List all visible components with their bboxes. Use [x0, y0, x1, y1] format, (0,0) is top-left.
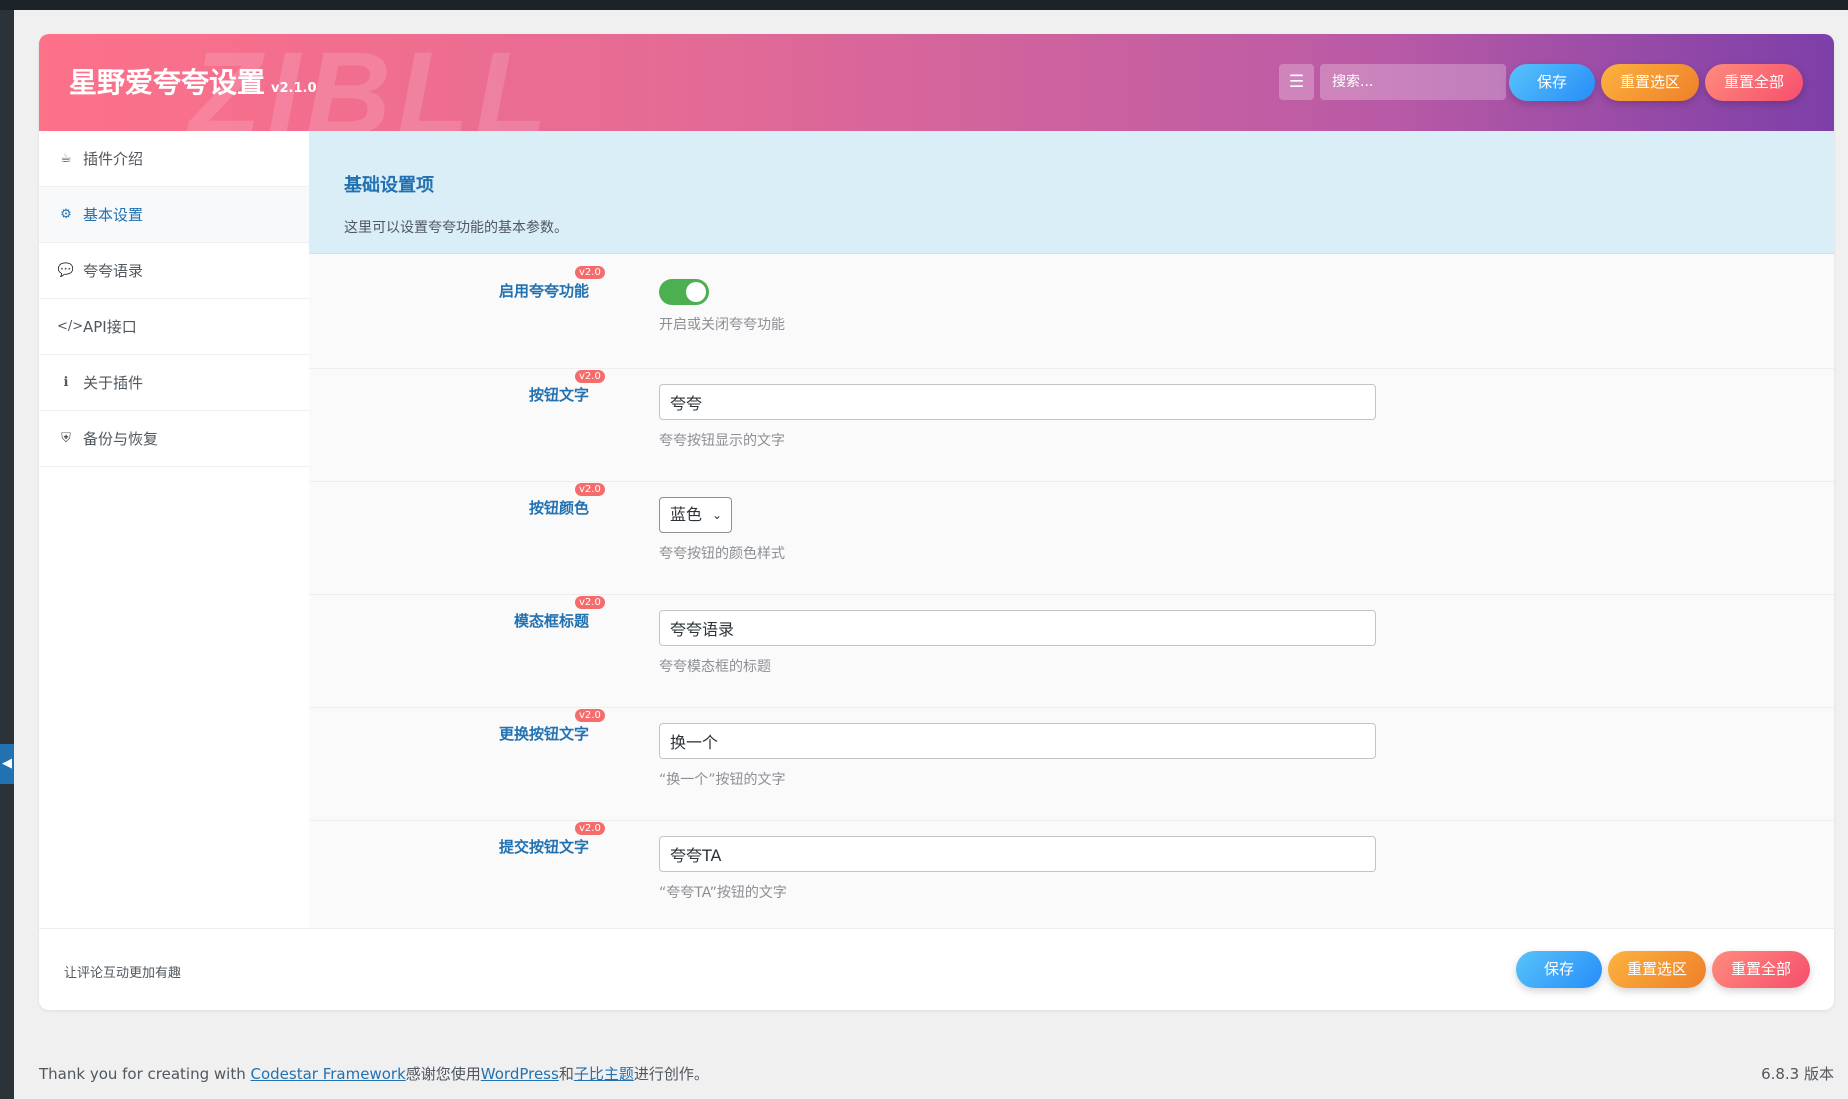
coffee-icon: ☕ — [60, 151, 72, 166]
sidebar-item-label: API接口 — [83, 318, 137, 336]
field-help: 夸夸按钮的颜色样式 — [659, 546, 785, 562]
sidebar-item-about[interactable]: ℹ 关于插件 — [39, 355, 309, 411]
panel-header: ZIBLL 星野爱夸夸设置v2.1.0 ☰ 保存 重置选区 重置全部 — [39, 34, 1834, 131]
section-header: 基础设置项 这里可以设置夸夸功能的基本参数。 — [309, 131, 1834, 254]
field-button-color: 按钮颜色 v2.0 蓝色 ⌄ 夸夸按钮的颜色样式 — [309, 481, 1834, 595]
info-icon: ℹ — [63, 375, 69, 390]
footer-reset-section-button[interactable]: 重置选区 — [1608, 951, 1706, 988]
reset-section-button[interactable]: 重置选区 — [1601, 64, 1699, 101]
expand-menu-icon[interactable]: ☰ — [1279, 64, 1314, 100]
shield-icon: ⛨ — [61, 431, 71, 446]
select-value: 蓝色 — [670, 505, 703, 524]
sidebar-item-label: 备份与恢复 — [83, 430, 159, 448]
version-badge: v2.0 — [575, 822, 605, 835]
sidebar-item-label: 关于插件 — [83, 374, 144, 392]
version-label: v2.1.0 — [271, 81, 317, 96]
search-input[interactable] — [1320, 64, 1506, 100]
modal-title-input[interactable] — [659, 610, 1376, 646]
footer-tagline: 让评论互动更加有趣 — [64, 966, 182, 981]
settings-sidebar: ☕ 插件介绍 ⚙ 基本设置 💬 夸夸语录 </> API接口 ℹ 关于插件 ⛨ … — [39, 131, 310, 928]
change-button-text-input[interactable] — [659, 723, 1376, 759]
section-title: 基础设置项 — [344, 175, 434, 196]
footer-reset-all-button[interactable]: 重置全部 — [1712, 951, 1810, 988]
reset-all-button[interactable]: 重置全部 — [1705, 64, 1803, 101]
page-title: 星野爱夸夸设置 v2.1.0 — [69, 61, 317, 101]
field-help: 夸夸按钮显示的文字 — [659, 433, 785, 449]
sidebar-item-backup[interactable]: ⛨ 备份与恢复 — [39, 411, 309, 467]
sidebar-item-intro[interactable]: ☕ 插件介绍 — [39, 131, 309, 187]
sidebar-item-label: 夸夸语录 — [83, 262, 144, 280]
version-badge: v2.0 — [575, 709, 605, 722]
admin-top-bar — [0, 0, 1848, 10]
sidebar-item-api[interactable]: </> API接口 — [39, 299, 309, 355]
zibll-theme-link[interactable]: 子比主题 — [574, 1065, 634, 1083]
admin-footer-credits: Thank you for creating with Codestar Fra… — [39, 1065, 709, 1083]
settings-content: 基础设置项 这里可以设置夸夸功能的基本参数。 启用夸夸功能 v2.0 开启或关闭夸… — [309, 131, 1834, 928]
version-badge: v2.0 — [575, 483, 605, 496]
codestar-link[interactable]: Codestar Framework — [251, 1065, 406, 1083]
comment-icon: 💬 — [57, 263, 75, 278]
enable-toggle[interactable] — [659, 279, 709, 305]
settings-panel: ZIBLL 星野爱夸夸设置v2.1.0 ☰ 保存 重置选区 重置全部 ☕ 插件介… — [39, 34, 1834, 1010]
field-button-text: 按钮文字v2.0 夸夸按钮显示的文字 — [309, 368, 1834, 482]
field-help: “换一个”按钮的文字 — [659, 772, 786, 788]
chevron-down-icon: ⌄ — [711, 508, 722, 522]
field-label: 更换按钮文字 v2.0 — [499, 709, 605, 744]
panel-footer: 让评论互动更加有趣 保存 重置选区 重置全部 — [39, 928, 1834, 1010]
sidebar-item-quotes[interactable]: 💬 夸夸语录 — [39, 243, 309, 299]
field-help: “夸夸TA”按钮的文字 — [659, 885, 787, 901]
field-label: 启用夸夸功能 v2.0 — [499, 266, 605, 301]
sidebar-item-label: 基本设置 — [83, 206, 144, 224]
field-label: 模态框标题 v2.0 — [514, 596, 605, 631]
field-change-button-text: 更换按钮文字v2.0 “换一个”按钮的文字 — [309, 707, 1834, 821]
field-modal-title: 模态框标题v2.0 夸夸模态框的标题 — [309, 594, 1834, 708]
save-button[interactable]: 保存 — [1509, 64, 1595, 101]
version-badge: v2.0 — [575, 266, 605, 279]
button-color-select[interactable]: 蓝色 ⌄ — [659, 497, 732, 533]
field-enable: 启用夸夸功能 v2.0 开启或关闭夸夸功能 — [309, 255, 1834, 369]
field-label: 按钮颜色 v2.0 — [529, 483, 605, 518]
field-help: 夸夸模态框的标题 — [659, 659, 771, 675]
submit-button-text-input[interactable] — [659, 836, 1376, 872]
button-text-input[interactable] — [659, 384, 1376, 420]
gears-icon: ⚙ — [60, 207, 72, 222]
code-icon: </> — [57, 319, 84, 334]
footer-save-button[interactable]: 保存 — [1516, 951, 1602, 988]
toggle-knob — [686, 282, 706, 302]
wp-version: 6.8.3 版本 — [1761, 1065, 1834, 1083]
field-label: 提交按钮文字 v2.0 — [499, 822, 605, 857]
section-description: 这里可以设置夸夸功能的基本参数。 — [344, 220, 568, 236]
version-badge: v2.0 — [575, 370, 605, 383]
sidebar-item-label: 插件介绍 — [83, 150, 144, 168]
collapse-menu-tab[interactable]: ◀ — [0, 744, 14, 784]
field-submit-button-text: 提交按钮文字v2.0 “夸夸TA”按钮的文字 — [309, 820, 1834, 933]
title-text: 星野爱夸夸设置 — [69, 66, 266, 99]
admin-side-bar — [0, 10, 14, 1099]
sidebar-item-basic[interactable]: ⚙ 基本设置 — [39, 187, 309, 243]
wordpress-link[interactable]: WordPress — [481, 1065, 559, 1083]
field-help: 开启或关闭夸夸功能 — [659, 317, 785, 333]
version-badge: v2.0 — [575, 596, 605, 609]
field-label: 按钮文字 v2.0 — [529, 370, 605, 405]
